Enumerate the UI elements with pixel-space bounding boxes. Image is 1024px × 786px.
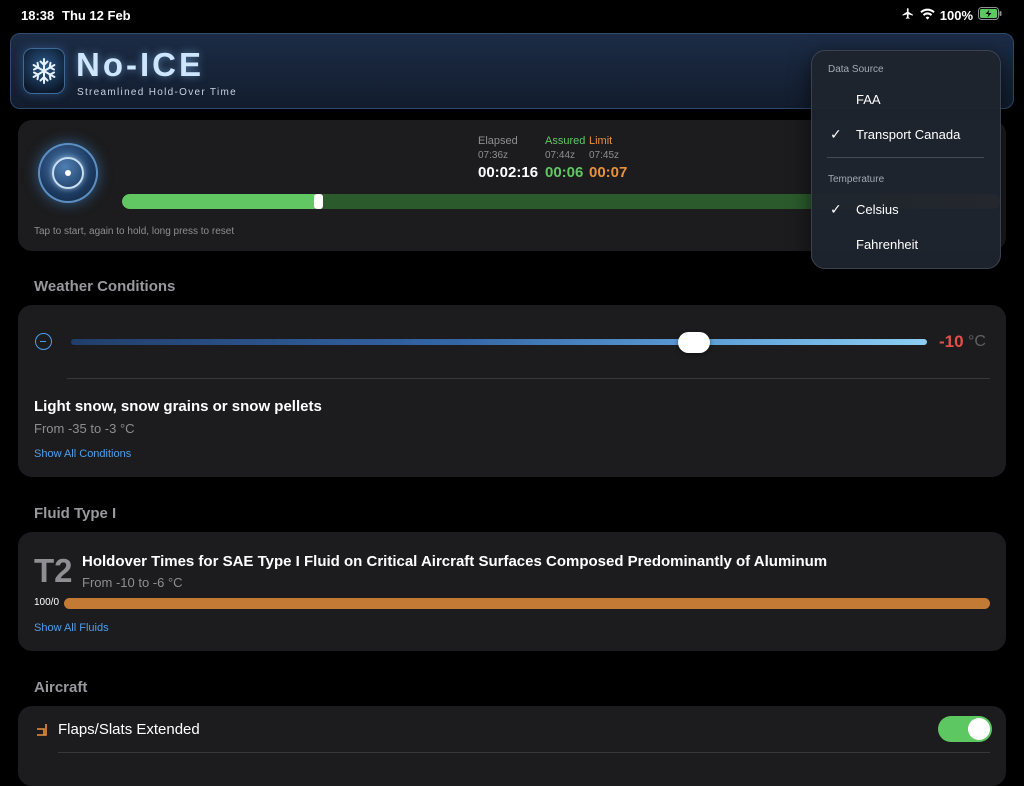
fluid-card	[18, 532, 1006, 651]
limit-value: 00:07	[589, 164, 628, 181]
checkmark-icon: ✓	[830, 201, 842, 217]
fluid-section-title: Fluid Type I	[34, 505, 117, 522]
limit-clock: 07:45z	[589, 150, 620, 161]
status-date: Thu 12 Feb	[62, 8, 131, 23]
app-title: No-ICE	[76, 46, 204, 83]
progress-fill	[122, 194, 322, 209]
temperature-value: -10	[939, 332, 964, 351]
timer-hint: Tap to start, again to hold, long press …	[34, 226, 235, 237]
status-indicators: 100%	[901, 7, 1002, 23]
elapsed-clock: 07:36z	[478, 150, 509, 161]
elapsed-value: 00:02:16	[478, 164, 539, 181]
flaps-slats-toggle[interactable]	[938, 716, 992, 742]
temperature-unit: °C	[968, 333, 986, 350]
aircraft-section-title: Aircraft	[34, 679, 88, 696]
menu-item-faa[interactable]: FAA	[856, 92, 881, 107]
weather-card	[18, 305, 1006, 477]
menu-separator	[827, 157, 984, 158]
menu-item-transport-canada[interactable]: Transport Canada	[856, 127, 960, 142]
weather-section-title: Weather Conditions	[34, 278, 176, 295]
airplane-icon	[901, 7, 915, 23]
fluid-temperature-range: From -10 to -6 °C	[82, 575, 183, 590]
aircraft-divider	[58, 752, 990, 753]
assured-clock: 07:44z	[545, 150, 576, 161]
menu-item-fahrenheit[interactable]: Fahrenheit	[856, 237, 918, 252]
battery-charging-icon	[978, 7, 1002, 23]
condition-range: From -35 to -3 °C	[34, 421, 135, 436]
timer-center-dot	[65, 170, 71, 176]
elapsed-label: Elapsed	[478, 135, 518, 147]
menu-item-celsius[interactable]: Celsius	[856, 202, 899, 217]
temperature-header: Temperature	[828, 174, 885, 185]
limit-label: Limit	[589, 135, 613, 147]
battery-text: 100%	[939, 7, 973, 23]
condition-title: Light snow, snow grains or snow pellets	[34, 398, 322, 415]
app-subtitle: Streamlined Hold-Over Time	[77, 87, 237, 98]
fluid-table-title: Holdover Times for SAE Type I Fluid on C…	[82, 553, 828, 570]
progress-marker	[314, 194, 323, 209]
fluid-table-code: T2	[34, 552, 73, 589]
temperature-slider[interactable]	[71, 339, 927, 345]
temperature-slider-thumb[interactable]	[678, 332, 710, 353]
timer-button[interactable]	[38, 143, 98, 203]
aircraft-card	[18, 706, 1006, 786]
fluid-mix-label: 100/0	[34, 597, 60, 608]
wifi-icon	[920, 8, 935, 23]
fluid-mix-bar	[64, 598, 990, 609]
decrease-temperature-button[interactable]	[35, 333, 52, 350]
toggle-knob	[968, 718, 990, 740]
data-source-header: Data Source	[828, 64, 884, 75]
assured-value: 00:06	[545, 164, 584, 181]
flaps-slats-label: Flaps/Slats Extended	[58, 721, 200, 738]
show-all-conditions-link[interactable]: Show All Conditions	[34, 448, 131, 460]
show-all-fluids-link[interactable]: Show All Fluids	[34, 622, 109, 634]
status-time: 18:38	[21, 8, 55, 23]
snowflake-icon	[23, 48, 65, 94]
checkmark-icon: ✓	[830, 126, 842, 142]
weather-divider	[67, 378, 990, 379]
assured-label: Assured	[545, 135, 586, 147]
flaps-icon	[36, 722, 50, 736]
